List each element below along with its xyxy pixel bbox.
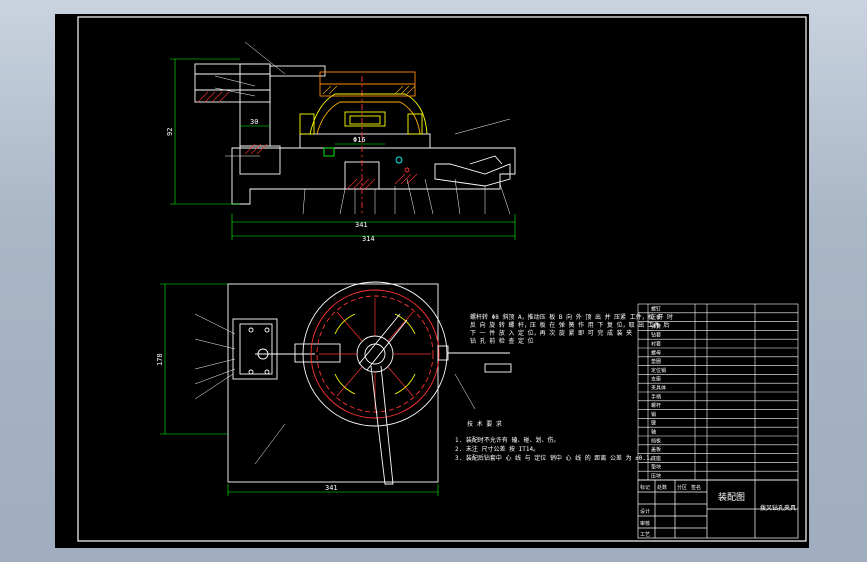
bom-item-label: 盖板: [651, 446, 661, 453]
drawing-title: 装配图: [718, 491, 745, 503]
note-line: 3. 装配后钻套中 心 线 与 定位 销中 心 线 的 距离 公差 为 ±0.1…: [455, 454, 656, 462]
bom-item-label: 手柄: [651, 393, 661, 400]
right-lever: [434, 163, 511, 187]
bom-item-label: 钻套: [651, 332, 661, 339]
bom-item-label: 挡板: [651, 437, 661, 444]
side-text-line: 螺杆转 Φ8 斜顶 A，推动压 板 B 向 外 顶 出 并 压紧 工件，松 开 …: [470, 313, 673, 321]
drawing-sheet: 92 341 314 30 Φ16 178 341 螺杆转 Φ8 斜顶 A，推动…: [55, 14, 809, 548]
bom-item-label: 键: [651, 420, 656, 427]
top-handle: [370, 365, 394, 485]
bom-item-label: 压板: [651, 314, 661, 321]
tb-review: 审核: [640, 520, 650, 527]
technical-notes: 技 术 要 求 1. 装配时不允许有 磕、碰、划、伤。 2. 未注 尺寸公差 按…: [455, 420, 656, 462]
dim-front-gap: 30: [250, 118, 258, 126]
clamp-arm: [194, 63, 271, 103]
notes-title: 技 术 要 求: [467, 420, 502, 428]
dim-front-height: 92: [166, 128, 174, 136]
bom-item-label: 轴: [651, 429, 656, 436]
bom-item-label: 弹簧: [651, 323, 661, 330]
bom-item-label: 支座: [651, 376, 661, 383]
left-support: [239, 145, 281, 175]
bom-item-label: 底座: [651, 455, 661, 462]
tb-sign: 签名: [691, 484, 701, 491]
bom-item-label: 垫块: [651, 464, 661, 471]
note-line: 2. 未注 尺寸公差 按 IT14。: [455, 445, 539, 453]
dim-top-width: 341: [325, 484, 338, 492]
dim-front-width-a: 341: [355, 221, 368, 229]
bom-item-label: 销: [651, 411, 656, 418]
bill-of-materials: [637, 303, 799, 481]
bom-item-label: 螺钉: [651, 305, 661, 312]
dim-front-bore: Φ16: [353, 136, 366, 144]
tb-count: 处数: [657, 484, 667, 491]
tb-design: 设计: [640, 508, 650, 515]
left-column: [239, 63, 271, 147]
section-hatch: [197, 91, 418, 190]
bom-item-label: 衬套: [651, 341, 661, 348]
rotary-hub: [356, 335, 394, 373]
part-name: 拨叉钻孔夹具: [760, 504, 796, 512]
bom-item-label: 螺杆: [651, 402, 661, 409]
top-bar: [269, 65, 326, 77]
note-line: 1. 装配时不允许有 磕、碰、划、伤。: [455, 436, 559, 444]
side-text-line: 钻 孔 前 检 查 定 位: [470, 337, 534, 345]
side-text-line: 反 向 旋 转 螺 杆，压 板 在 弹 簧 作 用 下 复 位，取 出 工件 后: [470, 321, 669, 329]
bom-item-label: 螺母: [651, 349, 661, 356]
side-text-line: 下 一 件 放 入 定 位，再 次 旋 紧 即 可 完 成 装 夹: [470, 329, 632, 337]
dim-front-width-b: 314: [362, 235, 375, 243]
bom-item-label: 定位销: [651, 367, 666, 374]
bom-item-label: 夹具体: [651, 385, 666, 392]
tb-process: 工艺: [640, 532, 650, 538]
cad-drawing: 92 341 314 30 Φ16 178 341 螺杆转 Φ8 斜顶 A，推动…: [77, 16, 807, 542]
tb-mark: 标记: [640, 484, 650, 491]
bom-item-label: 压块: [651, 473, 661, 480]
tb-zone: 分区: [677, 484, 687, 491]
side-description: 螺杆转 Φ8 斜顶 A，推动压 板 B 向 外 顶 出 并 压紧 工件，松 开 …: [470, 313, 673, 345]
bom-item-label: 垫圈: [651, 358, 661, 365]
dim-top-height: 178: [156, 353, 164, 366]
top-view: [160, 281, 512, 496]
rotary-spokes: [319, 298, 431, 410]
front-view: [170, 41, 516, 240]
base-body: [231, 147, 516, 205]
